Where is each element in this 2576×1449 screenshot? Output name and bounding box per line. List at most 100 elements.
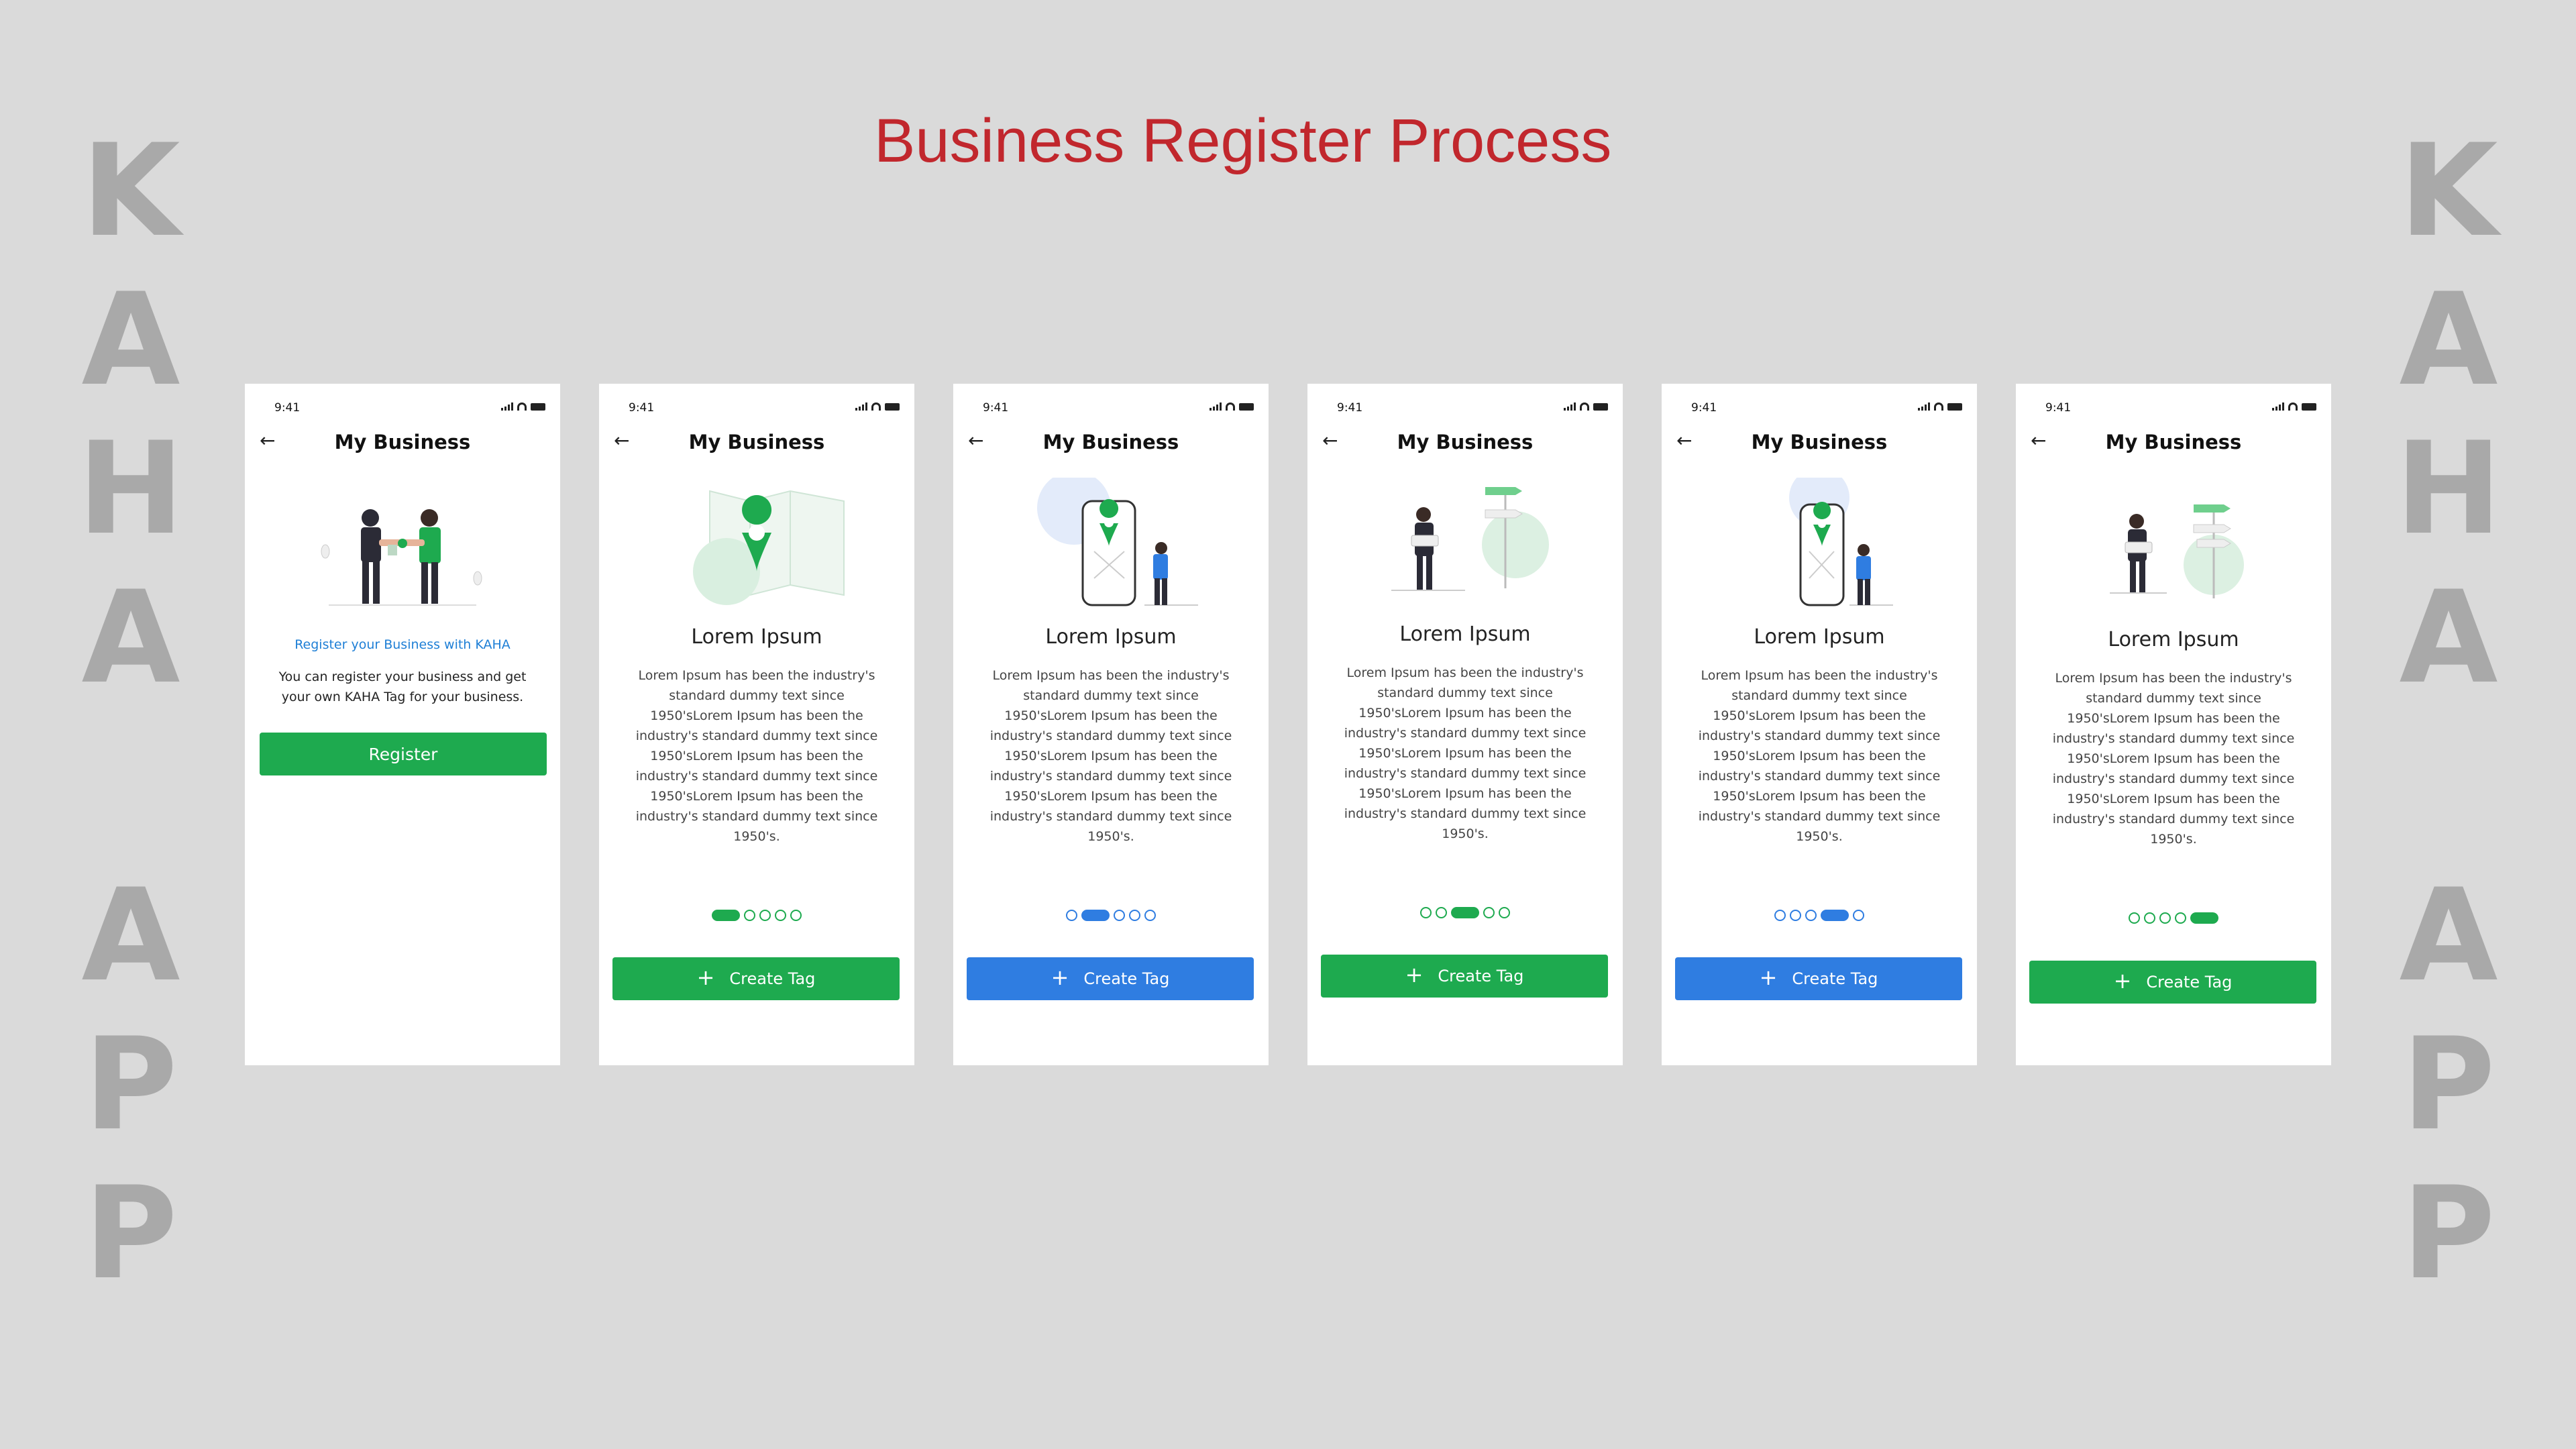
wifi-icon bbox=[2288, 402, 2298, 411]
status-time: 9:41 bbox=[629, 401, 655, 415]
indicator-dot[interactable] bbox=[790, 910, 802, 921]
plus-icon: + bbox=[1405, 962, 1424, 987]
create-tag-button[interactable]: + Create Tag bbox=[1321, 955, 1608, 998]
side-letter: A bbox=[2399, 266, 2498, 414]
status-time: 9:41 bbox=[983, 401, 1009, 415]
indicator-dot[interactable] bbox=[1129, 910, 1140, 921]
battery-icon bbox=[1593, 403, 1608, 411]
indicator-dot-active[interactable] bbox=[2190, 912, 2218, 924]
side-letter: H bbox=[77, 415, 184, 563]
indicator-dot-active[interactable] bbox=[1821, 910, 1849, 921]
indicator-dot[interactable] bbox=[2175, 912, 2186, 924]
page-indicator bbox=[1307, 907, 1623, 918]
create-tag-label: Create Tag bbox=[2146, 973, 2233, 991]
nav-bar: ← My Business bbox=[245, 425, 560, 459]
indicator-dot[interactable] bbox=[744, 910, 755, 921]
status-icons bbox=[2272, 402, 2316, 411]
indicator-dot[interactable] bbox=[1114, 910, 1125, 921]
nav-bar: ← My Business bbox=[953, 425, 1269, 459]
card-heading: Lorem Ipsum bbox=[2108, 628, 2239, 651]
indicator-dot-active[interactable] bbox=[1451, 907, 1479, 918]
indicator-dot[interactable] bbox=[1499, 907, 1510, 918]
battery-icon bbox=[2302, 403, 2316, 411]
side-letter: A bbox=[81, 564, 180, 712]
create-tag-label: Create Tag bbox=[1083, 969, 1170, 988]
status-icons bbox=[855, 402, 900, 411]
phone-person-illustration bbox=[1037, 478, 1198, 606]
wifi-icon bbox=[1226, 402, 1235, 411]
card-heading: Lorem Ipsum bbox=[691, 625, 822, 649]
wifi-icon bbox=[1934, 402, 1943, 411]
side-letters-left: K A H A A P P bbox=[74, 127, 188, 1308]
page-indicator bbox=[953, 910, 1269, 921]
signpost-person-illustration bbox=[1391, 487, 1549, 591]
page-indicator bbox=[2016, 912, 2331, 924]
card-body: Lorem Ipsum has been the industry's stan… bbox=[1698, 668, 1941, 844]
page-indicator bbox=[599, 910, 914, 921]
register-button[interactable]: Register bbox=[260, 733, 547, 775]
nav-title: My Business bbox=[2105, 431, 2242, 453]
indicator-dot[interactable] bbox=[1774, 910, 1786, 921]
indicator-dot[interactable] bbox=[1483, 907, 1495, 918]
create-tag-label: Create Tag bbox=[1438, 967, 1524, 985]
indicator-dot[interactable] bbox=[2144, 912, 2155, 924]
side-letter: A bbox=[2399, 564, 2498, 712]
battery-icon bbox=[1947, 403, 1962, 411]
indicator-dot[interactable] bbox=[1436, 907, 1447, 918]
indicator-dot[interactable] bbox=[2129, 912, 2140, 924]
card-body: Lorem Ipsum has been the industry's stan… bbox=[989, 668, 1232, 844]
side-letters-right: K A H A A P P bbox=[2392, 127, 2506, 1308]
indicator-dot[interactable] bbox=[759, 910, 771, 921]
indicator-dot[interactable] bbox=[1790, 910, 1801, 921]
signal-icon bbox=[501, 402, 513, 411]
nav-bar: ← My Business bbox=[2016, 425, 2331, 459]
indicator-dot-active[interactable] bbox=[712, 910, 740, 921]
wifi-icon bbox=[517, 402, 527, 411]
indicator-dot[interactable] bbox=[1066, 910, 1077, 921]
side-letter: A bbox=[81, 861, 180, 1010]
card-heading: Lorem Ipsum bbox=[1754, 625, 1885, 649]
phone-screen-register: 9:41 ← My Business Register your Busines… bbox=[245, 384, 560, 1065]
create-tag-button[interactable]: + Create Tag bbox=[1675, 957, 1962, 1000]
indicator-dot[interactable] bbox=[1420, 907, 1432, 918]
register-description: You can register your business and get y… bbox=[278, 669, 527, 704]
indicator-dot[interactable] bbox=[1144, 910, 1156, 921]
signal-icon bbox=[1918, 402, 1930, 411]
phone-screen-step-2: 9:41 ← My Business Lorem Ipsum Lorem Ips… bbox=[953, 384, 1269, 1065]
indicator-dot[interactable] bbox=[2159, 912, 2171, 924]
handshake-illustration bbox=[321, 509, 482, 606]
indicator-dot[interactable] bbox=[1853, 910, 1864, 921]
battery-icon bbox=[885, 403, 900, 411]
nav-title: My Business bbox=[688, 431, 825, 453]
nav-title: My Business bbox=[1397, 431, 1534, 453]
side-letter: P bbox=[84, 1010, 178, 1159]
side-letter: P bbox=[2402, 1010, 2496, 1159]
register-link[interactable]: Register your Business with KAHA bbox=[245, 637, 560, 652]
nav-bar: ← My Business bbox=[1307, 425, 1623, 459]
card-heading: Lorem Ipsum bbox=[1399, 623, 1531, 646]
map-pin-illustration bbox=[693, 490, 845, 605]
plus-icon: + bbox=[696, 965, 715, 990]
battery-icon bbox=[1239, 403, 1254, 411]
page-indicator bbox=[1662, 910, 1977, 921]
nav-title: My Business bbox=[1042, 431, 1179, 453]
wifi-icon bbox=[1580, 402, 1589, 411]
card-body: Lorem Ipsum has been the industry's stan… bbox=[635, 668, 878, 844]
signal-icon bbox=[2272, 402, 2284, 411]
create-tag-button[interactable]: + Create Tag bbox=[967, 957, 1254, 1000]
indicator-dot-active[interactable] bbox=[1081, 910, 1110, 921]
indicator-dot[interactable] bbox=[775, 910, 786, 921]
status-time: 9:41 bbox=[1691, 401, 1717, 415]
indicator-dot[interactable] bbox=[1805, 910, 1817, 921]
nav-bar: ← My Business bbox=[599, 425, 914, 459]
plus-icon: + bbox=[2113, 968, 2132, 994]
signal-icon bbox=[855, 402, 867, 411]
phone-person-illustration bbox=[1789, 478, 1893, 606]
battery-icon bbox=[531, 403, 545, 411]
create-tag-button[interactable]: + Create Tag bbox=[2029, 961, 2316, 1004]
signal-icon bbox=[1564, 402, 1576, 411]
side-letter: K bbox=[2399, 117, 2498, 265]
nav-title: My Business bbox=[1751, 431, 1888, 453]
status-time: 9:41 bbox=[2045, 401, 2072, 415]
create-tag-button[interactable]: + Create Tag bbox=[612, 957, 900, 1000]
